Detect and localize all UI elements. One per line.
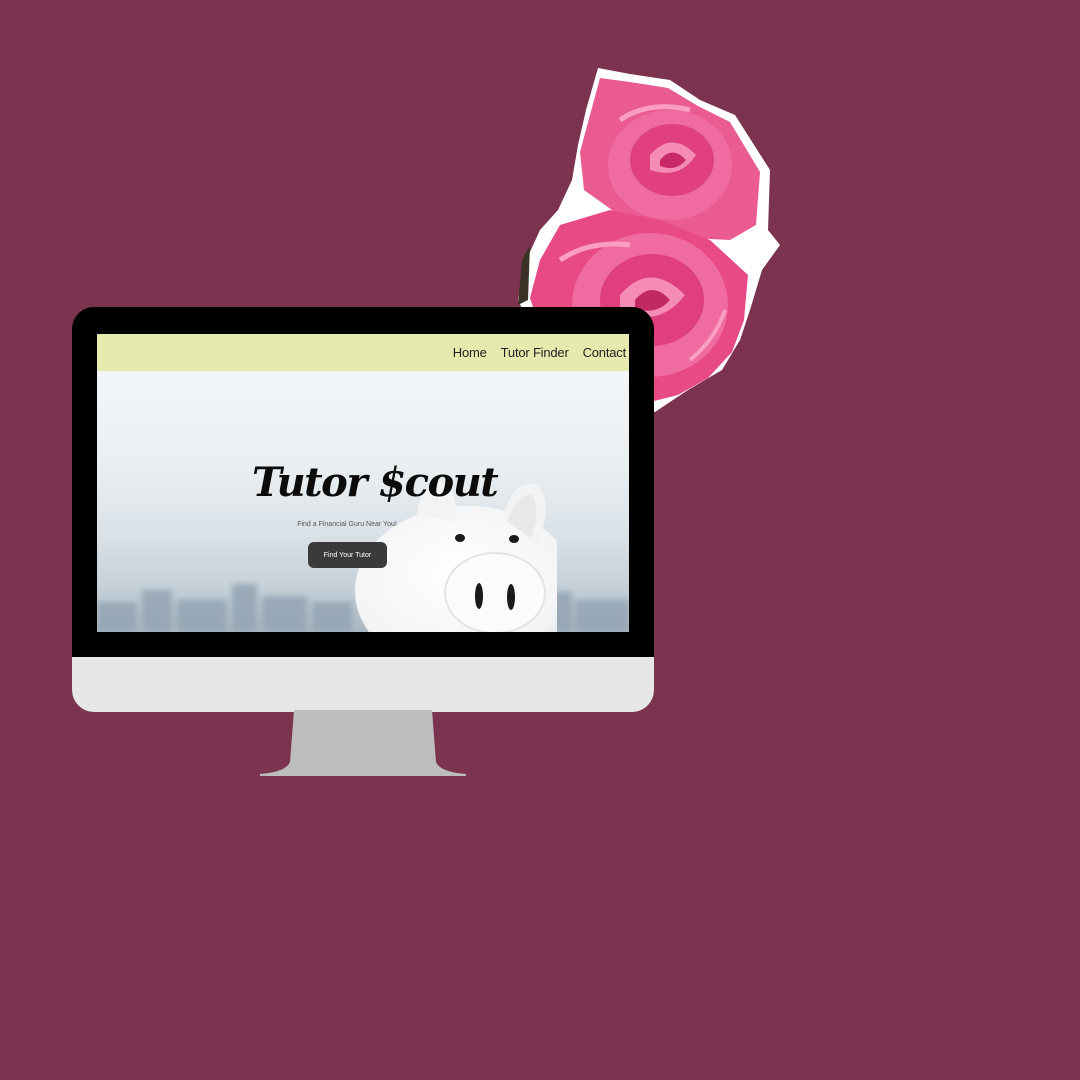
monitor-chin — [72, 657, 654, 712]
monitor-stand — [260, 710, 466, 776]
hero-section: Tutor $cout Find a Financial Guru Near Y… — [97, 371, 629, 632]
website-screen: Home Tutor Finder Contact Tutor $cout Fi… — [97, 334, 629, 632]
hero-subtitle: Find a Financial Guru Near You! — [297, 521, 397, 528]
nav-home-link[interactable]: Home — [453, 345, 487, 360]
nav-contact-link[interactable]: Contact — [583, 345, 627, 360]
nav-tutor-finder-link[interactable]: Tutor Finder — [501, 345, 569, 360]
find-your-tutor-button[interactable]: Find Your Tutor — [308, 542, 387, 568]
hero-title: Tutor $cout — [252, 459, 499, 506]
top-navbar: Home Tutor Finder Contact — [97, 334, 629, 371]
